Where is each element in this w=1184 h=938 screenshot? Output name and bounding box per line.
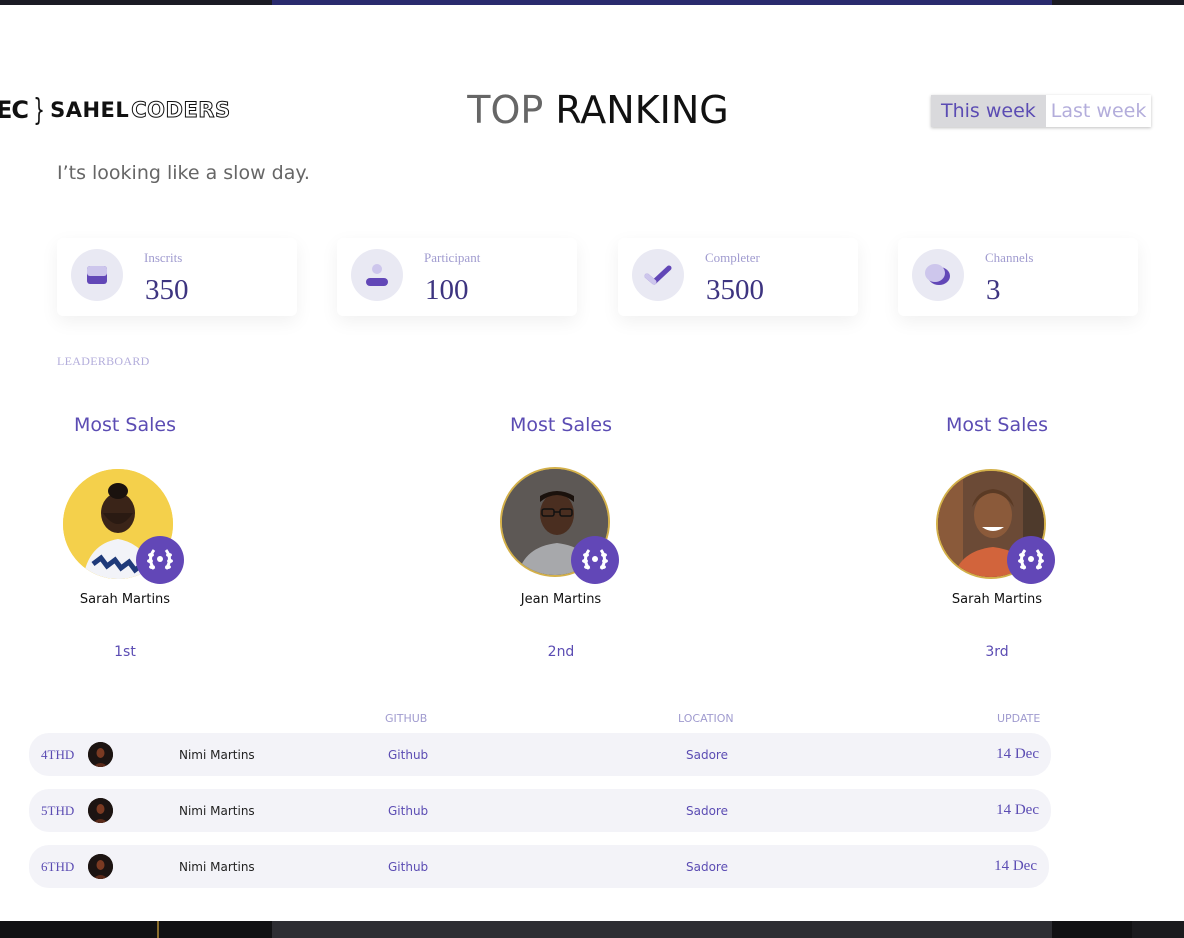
logo[interactable]: EC } SAHEL CODERS xyxy=(0,92,231,128)
this-week-tab[interactable]: This week xyxy=(931,95,1046,127)
week-switch: This week Last week xyxy=(931,95,1152,127)
winner-category: Most Sales xyxy=(510,414,612,436)
winner-rank: 3rd xyxy=(985,644,1009,660)
logo-brace: } xyxy=(33,92,45,128)
stat-value: 100 xyxy=(425,274,469,306)
row-update: 14 Dec xyxy=(996,746,1039,762)
row-name: Nimi Martins xyxy=(179,748,255,762)
row-update: 14 Dec xyxy=(996,802,1039,818)
bottom-strip-panel xyxy=(272,921,1052,938)
row-name: Nimi Martins xyxy=(179,860,255,874)
user-icon xyxy=(351,249,403,301)
row-name: Nimi Martins xyxy=(179,804,255,818)
row-github-link[interactable]: Github xyxy=(388,860,428,874)
table-row[interactable]: 4THD Nimi Martins Github Sadore 14 Dec xyxy=(29,733,1051,776)
stat-label: Inscrits xyxy=(144,250,183,265)
logo-word-bold: SAHEL xyxy=(50,98,130,122)
row-update: 14 Dec xyxy=(994,858,1037,874)
stat-label: Participant xyxy=(424,250,481,265)
stat-card-channels: Channels 3 xyxy=(898,238,1138,316)
bottom-window-strip xyxy=(0,921,1184,938)
page-title: TOP RANKING xyxy=(420,88,776,132)
row-github-link[interactable]: Github xyxy=(388,804,428,818)
row-position: 6THD xyxy=(41,859,75,874)
bottom-strip-right xyxy=(1132,921,1184,938)
winner-name: Sarah Martins xyxy=(951,592,1043,607)
laurel-icon xyxy=(136,536,184,584)
stat-card-participant: Participant 100 xyxy=(337,238,577,316)
laurel-icon xyxy=(571,536,619,584)
page-title-part2: RANKING xyxy=(555,88,729,132)
logo-word-outline: CODERS xyxy=(131,98,231,123)
stat-value: 3 xyxy=(986,274,1001,306)
avatar xyxy=(88,742,113,767)
inbox-icon xyxy=(71,249,123,301)
table-row[interactable]: 5THD Nimi Martins Github Sadore 14 Dec xyxy=(29,789,1051,832)
row-github-link[interactable]: Github xyxy=(388,748,428,762)
laurel-icon xyxy=(1007,536,1055,584)
stat-value: 350 xyxy=(145,274,189,306)
winner-name: Sarah Martins xyxy=(79,592,171,607)
page-title-part1: TOP xyxy=(467,88,544,132)
winner-category: Most Sales xyxy=(74,414,176,436)
stat-value: 3500 xyxy=(706,274,764,306)
winner-rank: 2nd xyxy=(547,644,575,660)
logo-mark: EC xyxy=(0,96,29,124)
avatar xyxy=(88,798,113,823)
last-week-tab[interactable]: Last week xyxy=(1045,95,1152,127)
checkmark-icon xyxy=(632,249,684,301)
table-row[interactable]: 6THD Nimi Martins Github Sadore 14 Dec xyxy=(29,845,1049,888)
subtitle: I’ts looking like a slow day. xyxy=(57,162,310,184)
winner-rank: 1st xyxy=(114,644,136,660)
winner-name: Jean Martins xyxy=(520,592,602,607)
stat-label: Channels xyxy=(985,250,1034,265)
column-header-github: GITHUB xyxy=(385,712,428,725)
bottom-strip-marker xyxy=(157,921,159,938)
column-header-update: UPDATE xyxy=(997,712,1041,725)
stat-card-completer: Completer 3500 xyxy=(618,238,858,316)
row-position: 5THD xyxy=(41,803,75,818)
row-location: Sadore xyxy=(686,804,728,818)
top-window-strip xyxy=(0,0,1184,5)
stat-label: Completer xyxy=(705,250,760,265)
leaderboard-label: LEADERBOARD xyxy=(57,354,150,368)
row-location: Sadore xyxy=(686,748,728,762)
row-location: Sadore xyxy=(686,860,728,874)
avatar xyxy=(88,854,113,879)
winner-category: Most Sales xyxy=(946,414,1048,436)
stat-card-inscrits: Inscrits 350 xyxy=(57,238,297,316)
row-position: 4THD xyxy=(41,747,75,762)
chat-bubbles-icon xyxy=(912,249,964,301)
column-header-location: LOCATION xyxy=(678,712,734,725)
top-strip-panel xyxy=(272,0,1052,5)
